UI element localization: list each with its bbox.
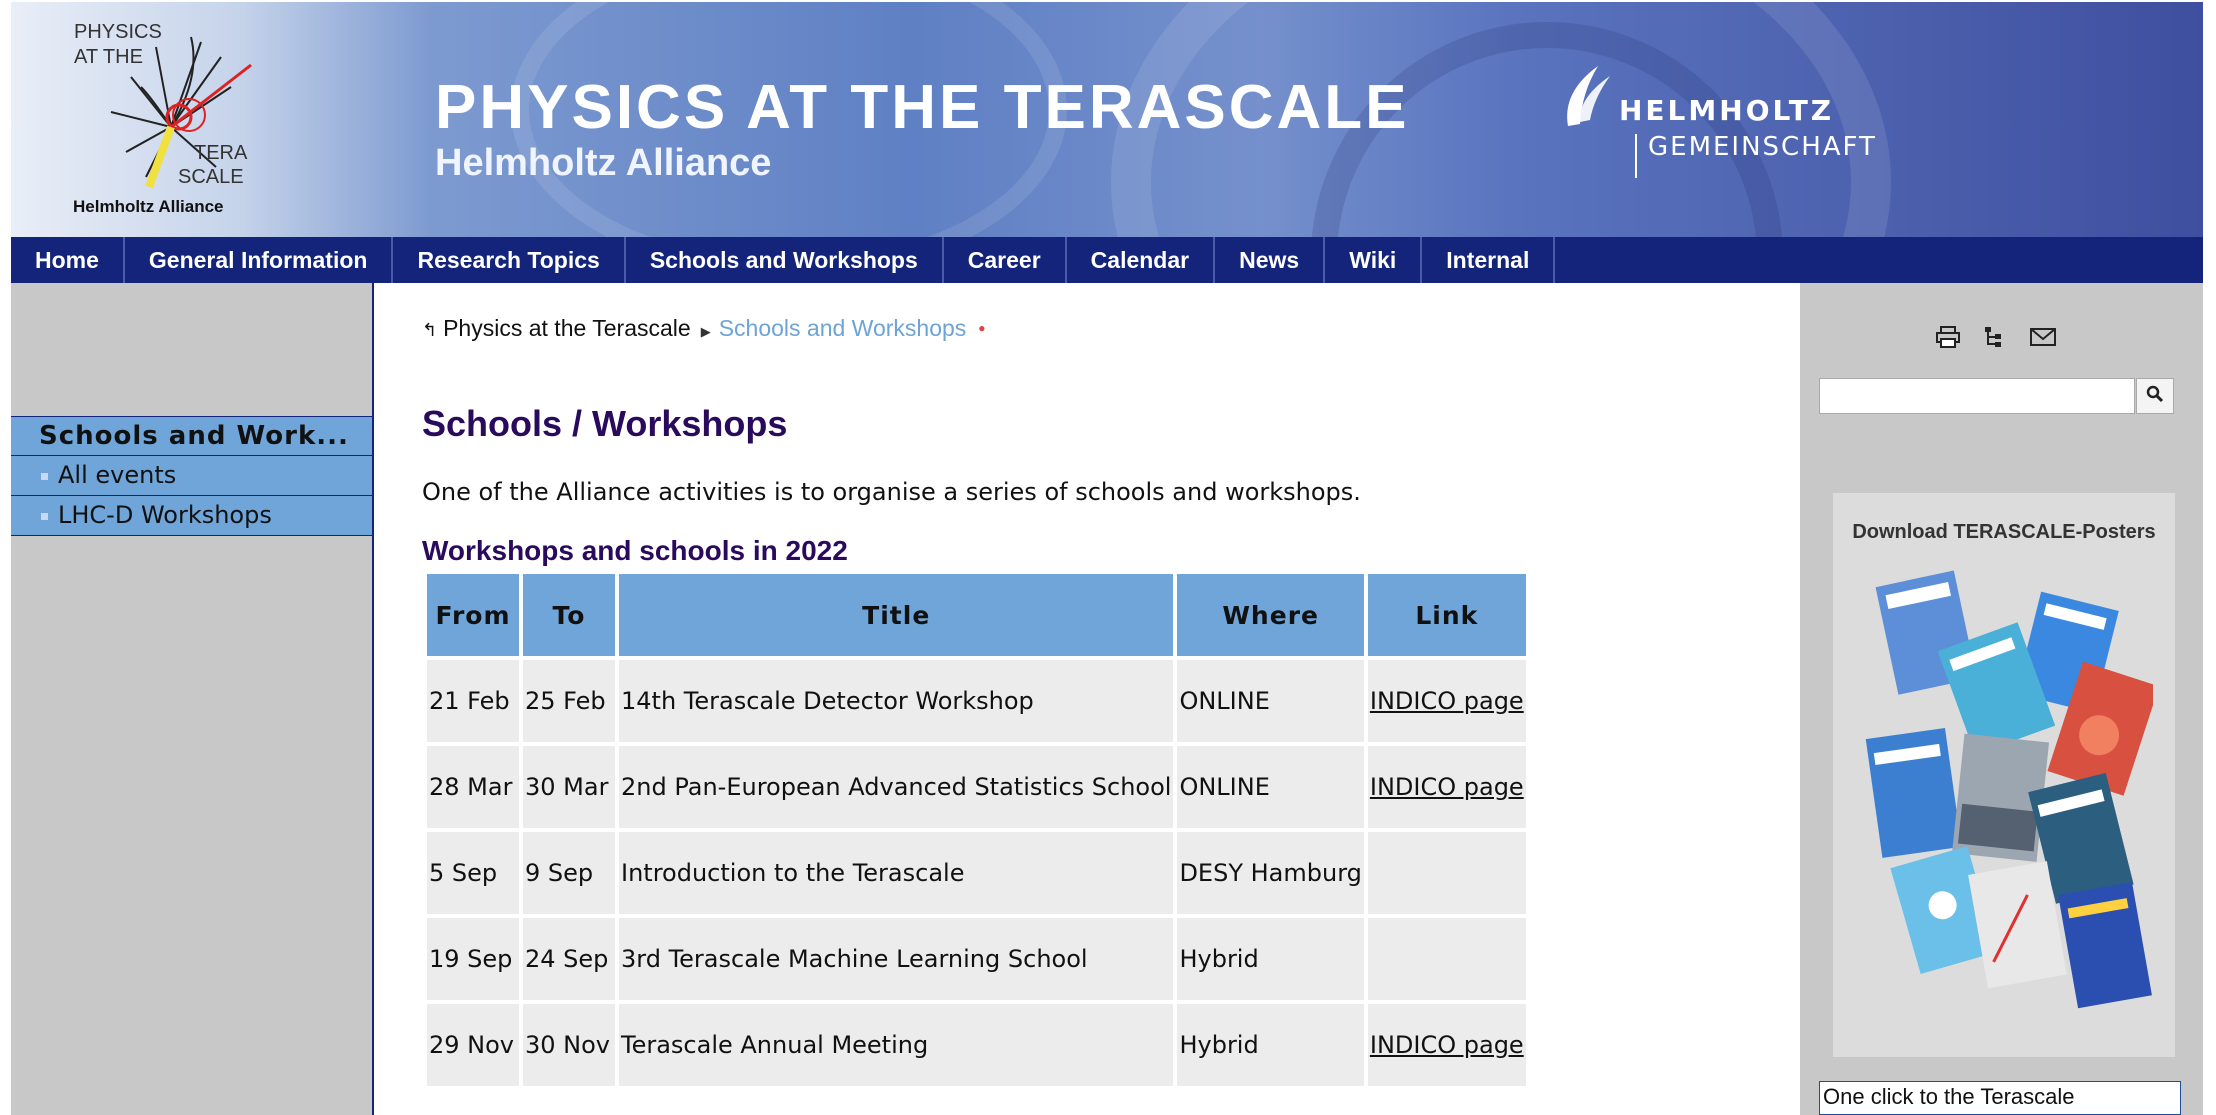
sidebar-item-lhc-d-workshops[interactable]: LHC-D Workshops [11,496,372,536]
site-subtitle: Helmholtz Alliance [435,142,772,184]
print-icon[interactable] [1935,325,1961,349]
sitemap-icon[interactable] [1983,325,2007,349]
search-icon [2146,385,2164,403]
cell-to: 30 Nov [523,1004,615,1086]
column-header-link: Link [1367,574,1526,656]
sidebar-heading[interactable]: Schools and Work... [11,416,372,456]
left-sidebar: Schools and Work... All events LHC-D Wor… [11,283,374,1115]
cell-from: 29 Nov [427,1004,519,1086]
page-tools [1935,325,2057,349]
nav-item-wiki[interactable]: Wiki [1325,237,1423,283]
cell-where: ONLINE [1177,746,1364,828]
breadcrumb-current[interactable]: Schools and Workshops [719,315,967,341]
one-click-link[interactable]: One click to the Terascale [1819,1081,2181,1115]
table-row: 5 Sep 9 Sep Introduction to the Terascal… [427,832,1526,914]
nav-item-research-topics[interactable]: Research Topics [393,237,626,283]
mail-icon[interactable] [2029,325,2057,349]
nav-item-news[interactable]: News [1215,237,1326,283]
events-table: From To Title Where Link 21 Feb 25 Feb 1… [423,570,1530,1090]
breadcrumb: ↰ Physics at the Terascale ▶ Schools and Wo… [422,315,986,342]
cell-to: 24 Sep [523,918,615,1000]
cell-where: Hybrid [1177,918,1364,1000]
cell-link: INDICO page [1367,746,1526,828]
cell-to: 25 Feb [523,660,615,742]
helmholtz-wordmark: HELMHOLTZ [1619,94,1835,127]
column-header-from: From [427,574,519,656]
breadcrumb-up-icon: ↰ [422,320,438,340]
cell-from: 28 Mar [427,746,519,828]
cell-where: Hybrid [1177,1004,1364,1086]
cell-where: ONLINE [1177,660,1364,742]
cell-from: 5 Sep [427,832,519,914]
page-left-margin [0,0,11,1113]
section-title: Workshops and schools in 2022 [422,535,848,566]
logo-line-tera: TERA [194,142,248,164]
sidebar-item-label: All events [58,461,177,489]
nav-item-general-information[interactable]: General Information [125,237,394,283]
poster-title: Download TERASCALE-Posters [1852,521,2156,543]
cell-where: DESY Hamburg [1177,832,1364,914]
sidebar-item-all-events[interactable]: All events [11,456,372,496]
column-header-where: Where [1177,574,1364,656]
site-banner: PHYSICS AT THE TERA SCALE Helmholtz Alli… [11,2,2203,237]
logo-line-alliance: Helmholtz Alliance [73,197,224,216]
main-content: ↰ Physics at the Terascale ▶ Schools and Wo… [374,283,1800,1115]
search-button[interactable] [2136,378,2174,414]
table-header-row: From To Title Where Link [427,574,1526,656]
nav-item-career[interactable]: Career [944,237,1067,283]
page-title: Schools / Workshops [422,403,788,444]
breadcrumb-home-link[interactable]: Physics at the Terascale [443,315,691,341]
terascale-logo[interactable]: PHYSICS AT THE TERA SCALE Helmholtz Alli… [11,2,261,237]
column-header-to: To [523,574,615,656]
nav-item-home[interactable]: Home [11,237,125,283]
cell-title: Introduction to the Terascale [619,832,1174,914]
search-input[interactable] [1819,378,2135,414]
logo-line-physics: PHYSICS [74,21,162,43]
page: PHYSICS AT THE TERA SCALE Helmholtz Alli… [11,2,2203,1115]
helmholtz-divider [1635,134,1637,178]
cell-to: 9 Sep [523,832,615,914]
cell-to: 30 Mar [523,746,615,828]
helmholtz-logo-icon[interactable] [1558,62,1614,132]
page-right-margin [2203,0,2216,1113]
cell-link: INDICO page [1367,660,1526,742]
cell-title: 3rd Terascale Machine Learning School [619,918,1174,1000]
gemeinschaft-wordmark: GEMEINSCHAFT [1648,132,1877,162]
main-nav: Home General Information Research Topics… [11,237,2203,283]
intro-text: One of the Alliance activities is to org… [422,478,1361,506]
cell-title: 14th Terascale Detector Workshop [619,660,1174,742]
table-row: 28 Mar 30 Mar 2nd Pan-European Advanced … [427,746,1526,828]
nav-item-calendar[interactable]: Calendar [1067,237,1216,283]
nav-item-schools-and-workshops[interactable]: Schools and Workshops [626,237,944,283]
logo-line-at-the: AT THE [74,46,143,68]
cell-from: 19 Sep [427,918,519,1000]
poster-download-box[interactable]: Download TERASCALE-Posters [1833,493,2175,1057]
posters-image[interactable] [1863,558,2153,1038]
sidebar-item-label: LHC-D Workshops [58,501,272,529]
cell-link [1367,832,1526,914]
bullet-icon [41,512,48,520]
nav-item-internal[interactable]: Internal [1422,237,1556,283]
right-sidebar: Download TERASCALE-Posters One click to … [1800,283,2203,1115]
cell-title: 2nd Pan-European Advanced Statistics Sch… [619,746,1174,828]
table-row: 19 Sep 24 Sep 3rd Terascale Machine Lear… [427,918,1526,1000]
table-row: 29 Nov 30 Nov Terascale Annual Meeting H… [427,1004,1526,1086]
indico-link[interactable]: INDICO page [1370,687,1524,715]
bullet-icon [41,472,48,480]
site-title: PHYSICS AT THE TERASCALE [435,73,1410,142]
table-row: 21 Feb 25 Feb 14th Terascale Detector Wo… [427,660,1526,742]
breadcrumb-separator-icon: ▶ [700,324,711,339]
cell-link [1367,918,1526,1000]
indico-link[interactable]: INDICO page [1370,773,1524,801]
indico-link[interactable]: INDICO page [1370,1031,1524,1059]
breadcrumb-dot-icon: ● [978,321,986,335]
column-header-title: Title [619,574,1174,656]
cell-from: 21 Feb [427,660,519,742]
cell-title: Terascale Annual Meeting [619,1004,1174,1086]
logo-line-scale: SCALE [178,166,244,188]
cell-link: INDICO page [1367,1004,1526,1086]
